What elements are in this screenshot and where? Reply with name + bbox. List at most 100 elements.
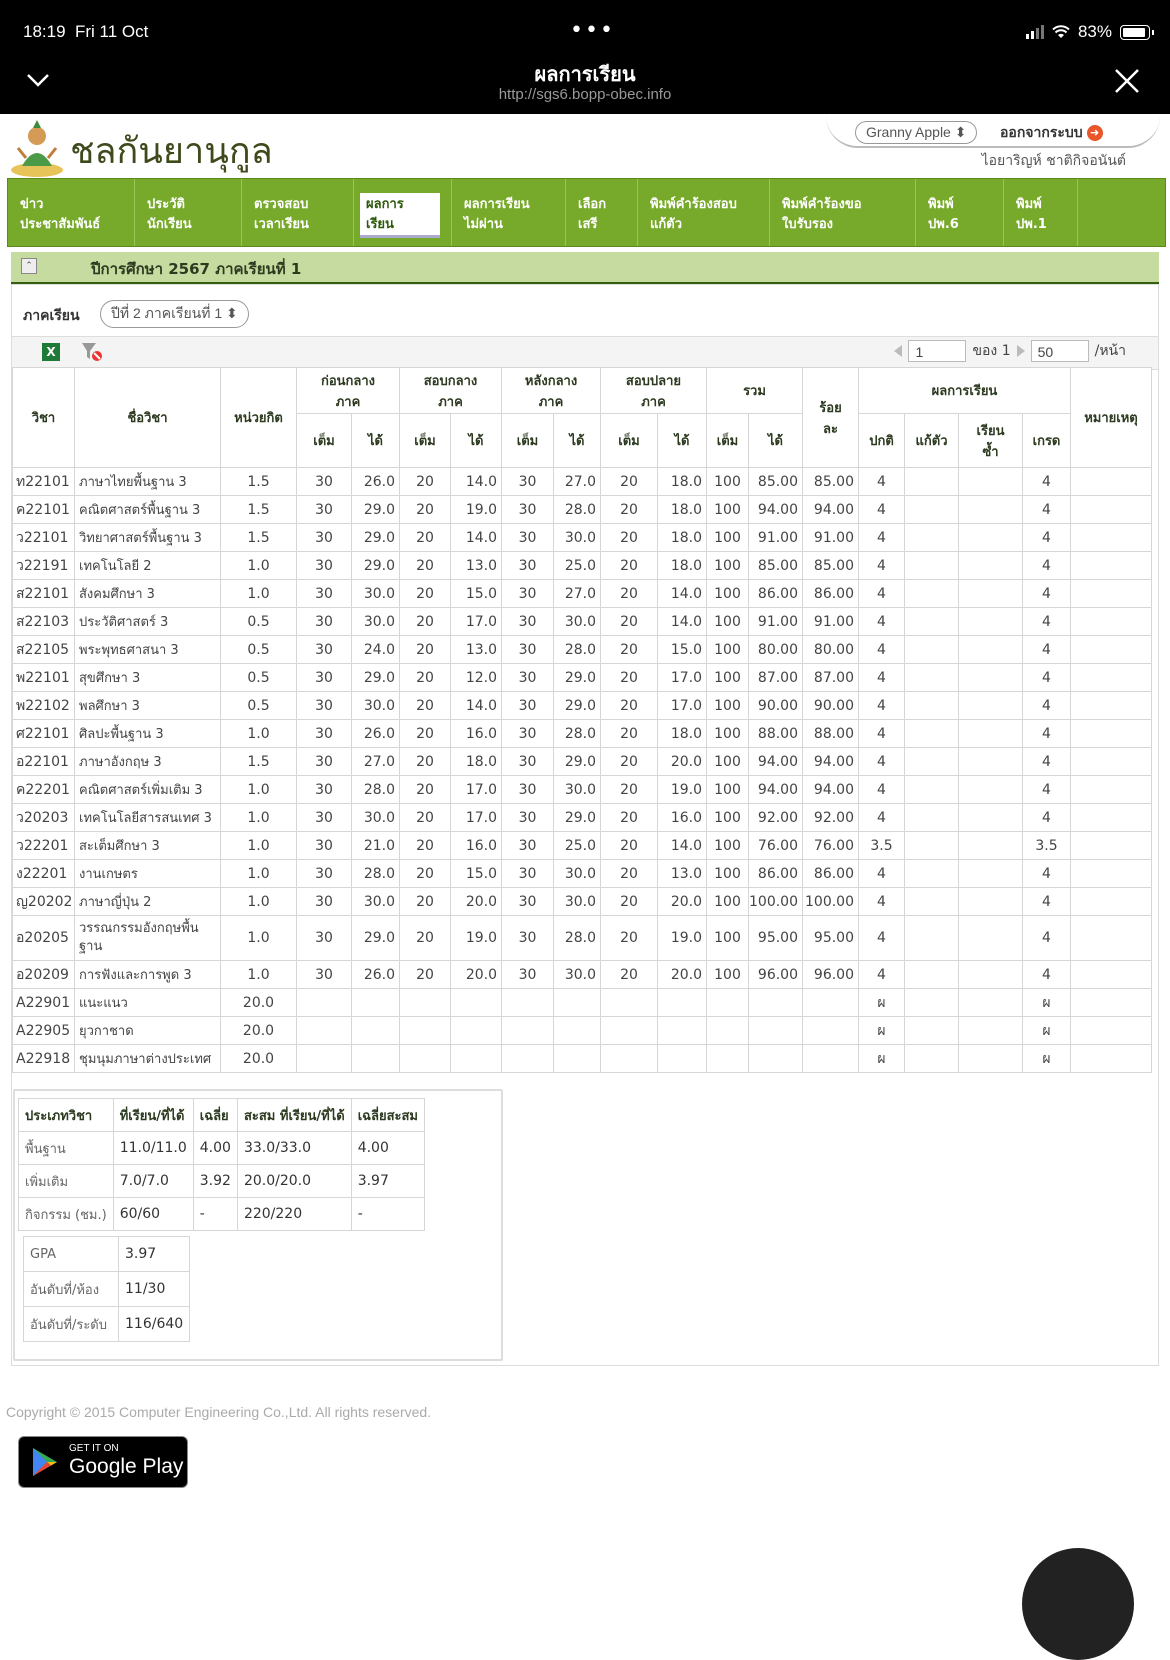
nav-item[interactable]: ตรวจสอบ เวลาเรียน	[242, 179, 354, 246]
close-icon[interactable]	[1114, 68, 1140, 94]
excel-export-icon[interactable]: X	[42, 343, 60, 361]
cell: 90.00	[748, 691, 803, 720]
nav-item[interactable]: พิมพ์ ปพ.6	[916, 179, 1004, 246]
cell: 14.0	[657, 831, 707, 860]
cell: 20	[399, 635, 451, 664]
per-page-input[interactable]: 50	[1030, 340, 1089, 362]
collapse-icon[interactable]: ⌃	[21, 258, 37, 274]
status-time: 18:19 Fri 11 Oct	[23, 22, 149, 41]
subject-code: ญ20202	[12, 887, 75, 916]
cell	[958, 1044, 1023, 1073]
cell: 4	[858, 467, 905, 496]
cell: 30	[296, 607, 352, 636]
cell: 94.00	[802, 747, 859, 776]
subject-code: ค22101	[12, 495, 75, 524]
cell: 20	[600, 747, 658, 776]
cell: 30	[296, 663, 352, 692]
col-got: ได้	[450, 413, 502, 468]
cell	[958, 803, 1023, 832]
summary-cell: 7.0/7.0	[112, 1164, 194, 1198]
next-page-icon[interactable]	[1016, 345, 1025, 357]
page-input[interactable]: 1	[908, 340, 967, 362]
cell: 20	[399, 467, 451, 496]
col-got: ได้	[553, 413, 601, 468]
col-got: ได้	[657, 413, 707, 468]
window-url: http://sgs6.bopp-obec.info	[498, 86, 672, 103]
google-play-badge[interactable]: GET IT ON Google Play	[18, 1436, 188, 1488]
more-dots-icon[interactable]: •••	[570, 18, 615, 43]
cell: 20	[600, 915, 658, 961]
col-name: ชื่อวิชา	[74, 367, 221, 468]
cell: 4	[1022, 887, 1071, 916]
table-row: ว20203 เทคโนโลยีสารสนเทศ 3 1.0 30 30.0 20 17.0…	[12, 803, 1152, 832]
logout-button[interactable]: ออกจากระบบ ➜	[1000, 122, 1103, 144]
cell	[501, 1044, 554, 1073]
cell	[958, 747, 1023, 776]
cell	[958, 523, 1023, 552]
cell: 91.00	[802, 607, 859, 636]
status-right: 83%	[1025, 22, 1154, 42]
nav-item[interactable]: ประวัติ นักเรียน	[135, 179, 242, 246]
subject-name: ศิลปะพื้นฐาน 3	[74, 719, 221, 748]
cell	[351, 988, 400, 1017]
prev-page-icon[interactable]	[894, 345, 903, 357]
nav-item[interactable]: พิมพ์ ปพ.1	[1004, 179, 1078, 246]
cell: 30	[501, 635, 554, 664]
col-mid: สอบกลาง ภาค	[399, 367, 502, 414]
nav-item[interactable]: ผลการ เรียน	[354, 179, 452, 246]
cell	[904, 1016, 959, 1045]
cell: 88.00	[748, 719, 803, 748]
cell: 100	[706, 859, 749, 888]
table-row: พ22101 สุขศึกษา 3 0.5 30 29.0 20 12.0 30 29.0 20 1…	[12, 663, 1152, 692]
clear-filter-icon[interactable]	[80, 341, 104, 363]
summary-header: เฉลี่ย	[192, 1098, 238, 1132]
cell: 30	[501, 523, 554, 552]
cell: 100.00	[802, 887, 859, 916]
cell: 4	[1022, 495, 1071, 524]
cell: 94.00	[802, 495, 859, 524]
cell	[1070, 803, 1152, 832]
cell: 30	[296, 495, 352, 524]
nav-item[interactable]: ข่าว ประชาสัมพันธ์	[8, 179, 135, 246]
nav-item[interactable]: พิมพ์คำร้องสอบ แก้ตัว	[638, 179, 770, 246]
cell	[958, 467, 1023, 496]
term-select[interactable]: ปีที่ 2 ภาคเรียนที่ 1 ⬍	[100, 300, 249, 328]
cell: 20	[399, 607, 451, 636]
cell: 30	[501, 467, 554, 496]
cell	[748, 988, 803, 1017]
cell: 20	[600, 803, 658, 832]
subject-name: วรรณกรรมอังกฤษพื้นฐาน	[74, 915, 221, 961]
summary-cell: 3.92	[192, 1164, 238, 1198]
cell: 90.00	[802, 691, 859, 720]
nav-item[interactable]: ผลการเรียน ไม่ผ่าน	[452, 179, 566, 246]
gpa-value: 3.97	[117, 1236, 191, 1272]
user-select[interactable]: Granny Apple ⬍	[855, 121, 978, 144]
nav-item[interactable]: พิมพ์คำร้องขอ ใบรับรอง	[770, 179, 916, 246]
cell	[802, 1016, 859, 1045]
gpa-value: 116/640	[117, 1306, 191, 1342]
cell: 20.0	[220, 1044, 297, 1073]
cell: 91.00	[748, 607, 803, 636]
cell: 20	[399, 495, 451, 524]
cell	[904, 775, 959, 804]
cell: 30.0	[553, 887, 601, 916]
cell: 4	[858, 859, 905, 888]
cell	[904, 747, 959, 776]
cell: 17.0	[657, 663, 707, 692]
cell: 1.0	[220, 803, 297, 832]
cell: 20.0	[220, 1016, 297, 1045]
subject-name: ภาษาอังกฤษ 3	[74, 747, 221, 776]
cell: 29.0	[351, 551, 400, 580]
user-name: ไอยาริญห์ ชาติกิจอนันต์	[981, 153, 1126, 169]
floating-button[interactable]	[1022, 1548, 1134, 1660]
cell: 14.0	[657, 607, 707, 636]
cell: 86.00	[748, 859, 803, 888]
nav-item[interactable]: เลือก เสรี	[566, 179, 638, 246]
cell: 20	[600, 467, 658, 496]
summary-cell: เพิ่มเติม	[18, 1164, 114, 1198]
subject-code: อ22101	[12, 747, 75, 776]
cell	[553, 1044, 601, 1073]
col-code: วิชา	[12, 367, 75, 468]
cell: 18.0	[657, 523, 707, 552]
cell: ผ	[858, 1016, 905, 1045]
